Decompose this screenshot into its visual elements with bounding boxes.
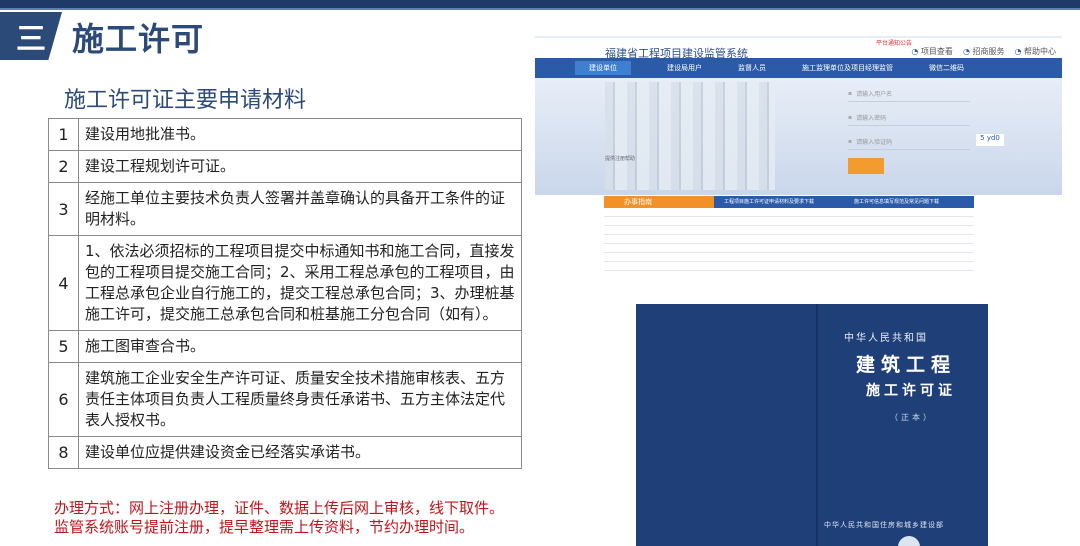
download-tab: 工程项目施工许可证申请材料及要求下载 (724, 199, 815, 205)
website-nav-item: 微信二维码 (929, 64, 964, 72)
row-number: 8 (48, 436, 79, 469)
website-nav-item: 建设局用户 (667, 64, 702, 72)
row-number: 6 (48, 362, 79, 437)
website-body: 提供注册帮助 请输入用户名 请输入密码 请输入验证码 5 yd0 (535, 78, 1062, 195)
cert-copy-type: （正本） (890, 413, 934, 422)
table-row: 5 施工图审查合书。 (48, 330, 522, 363)
login-field: 请输入用户名 (848, 86, 970, 102)
service-tab: 办事指南 (604, 196, 714, 208)
method-line-1: 办理方式：网上注册办理，证件、数据上传后网上审核，线下取件。 (54, 499, 505, 517)
cert-country: 中华人民共和国 (844, 333, 928, 344)
website-link: 项目查看 (911, 46, 953, 57)
website-desc: 提供注册帮助 (605, 156, 636, 162)
website-link: 招商服务 (963, 46, 1004, 57)
top-strip (0, 0, 1080, 8)
section-title: 施工许可 (72, 20, 205, 58)
website-notice: 平台通知公告 (875, 40, 912, 47)
row-number: 3 (48, 182, 79, 236)
row-text: 建设用地批准书。 (78, 118, 522, 151)
website-nav-item: 施工监理单位及项目经理监管 (802, 64, 893, 72)
service-guide-bar: 办事指南 工程项目施工许可证申请材料及要求下载 施工许可信息填写规范及常见问题下… (604, 196, 974, 208)
website-header: 平台通知公告 福建省工程项目建设监管系统 项目查看 招商服务 帮助中心 (535, 38, 1062, 60)
login-panel: 请输入用户名 请输入密码 请输入验证码 5 yd0 (848, 86, 1004, 174)
row-number: 2 (48, 150, 79, 183)
website-nav: 建设单位 建设局用户 监督人员 施工监理单位及项目经理监管 微信二维码 (535, 58, 1062, 78)
row-text: 建筑施工企业安全生产许可证、质量安全技术措施审核表、五方责任主体项目负责人工程质… (78, 362, 522, 437)
login-button (848, 158, 884, 174)
method-line-2: 监管系统账号提前注册，提早整理需上传资料，节约办理时间。 (54, 518, 475, 536)
website-title: 福建省工程项目建设监管系统 (605, 47, 748, 60)
guide-row (604, 244, 974, 253)
row-number: 5 (48, 330, 79, 363)
seal-icon (898, 536, 920, 546)
cert-title: 建筑工程 (856, 354, 957, 376)
row-text: 施工图审查合书。 (78, 330, 522, 363)
row-text: 建设工程规划许可证。 (78, 150, 522, 183)
row-number: 1 (48, 118, 79, 151)
cert-subtitle: 施工许可证 (866, 383, 956, 399)
website-screenshot: 平台通知公告 福建省工程项目建设监管系统 项目查看 招商服务 帮助中心 建设单位… (535, 36, 1062, 195)
subtitle: 施工许可证主要申请材料 (64, 88, 307, 113)
table-row: 2 建设工程规划许可证。 (48, 150, 522, 183)
header-bar (0, 8, 1080, 10)
row-text: 1、依法必须招标的工程项目提交中标通知书和施工合同，直接发包的工程项目提交施工合… (78, 235, 522, 331)
login-field: 请输入验证码 (848, 134, 970, 150)
table-row: 6 建筑施工企业安全生产许可证、质量安全技术措施审核表、五方责任主体项目负责人工程… (48, 362, 522, 437)
guide-row (604, 262, 974, 271)
materials-table: 1 建设用地批准书。 2 建设工程规划许可证。 3 经施工单位主要技术负责人签署并盖章… (48, 118, 522, 469)
website-nav-item: 监督人员 (738, 64, 766, 72)
method-note: 办理方式：网上注册办理，证件、数据上传后网上审核，线下取件。 监管系统账号提前注… (54, 499, 534, 537)
cert-issuer: 中华人民共和国住房和城乡建设部 (824, 521, 944, 529)
row-text: 经施工单位主要技术负责人签署并盖章确认的具备开工条件的证明材料。 (78, 182, 522, 236)
guide-row (604, 226, 974, 235)
table-row: 1 建设用地批准书。 (48, 118, 522, 151)
section-number: 三 (0, 12, 62, 60)
website-link: 帮助中心 (1014, 46, 1056, 57)
city-image (605, 82, 775, 190)
captcha: 5 yd0 (976, 134, 1004, 146)
permit-certificate: 中华人民共和国 建筑工程 施工许可证 （正本） 中华人民共和国住房和城乡建设部 (636, 304, 988, 546)
guide-row (604, 253, 974, 262)
table-row: 4 1、依法必须招标的工程项目提交中标通知书和施工合同，直接发包的工程项目提交施工… (48, 235, 522, 331)
guide-row (604, 208, 974, 217)
service-guide-screenshot: 办事指南 工程项目施工许可证申请材料及要求下载 施工许可信息填写规范及常见问题下… (604, 196, 974, 284)
website-links: 项目查看 招商服务 帮助中心 (911, 46, 1056, 57)
guide-row (604, 217, 974, 226)
row-number: 4 (48, 235, 79, 331)
table-row: 8 建设单位应提供建设资金已经落实承诺书。 (48, 436, 522, 469)
login-field: 请输入密码 (848, 110, 970, 126)
guide-row (604, 235, 974, 244)
download-tab: 施工许可信息填写规范及常见问题下载 (854, 199, 940, 205)
row-text: 建设单位应提供建设资金已经落实承诺书。 (78, 436, 522, 469)
website-nav-item: 建设单位 (575, 61, 631, 75)
table-row: 3 经施工单位主要技术负责人签署并盖章确认的具备开工条件的证明材料。 (48, 182, 522, 236)
